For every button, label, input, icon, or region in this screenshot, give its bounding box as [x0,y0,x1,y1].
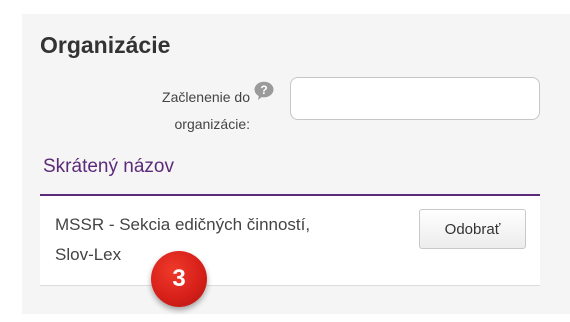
svg-text:?: ? [260,83,267,97]
help-bubble-icon[interactable]: ? [253,81,275,101]
organization-name-line2: Slov-Lex [55,245,122,264]
step-number-badge: 3 [151,251,207,307]
organization-name-line1: MSSR - Sekcia edičných činností, [55,215,311,234]
membership-field-label: Začlenenie do organizácie: [110,84,250,138]
organization-name: MSSR - Sekcia edičných činností, Slov-Le… [55,210,395,270]
table-row: MSSR - Sekcia edičných činností, Slov-Le… [40,196,540,286]
membership-label-line2: organizácie: [174,116,251,132]
section-title: Organizácie [40,32,171,58]
remove-button[interactable]: Odobrať [419,209,526,249]
membership-label-line1: Začlenenie do [162,89,250,105]
membership-input[interactable] [290,77,540,120]
column-header-short-name[interactable]: Skrátený názov [40,152,540,196]
column-header-label: Skrátený názov [43,156,174,177]
